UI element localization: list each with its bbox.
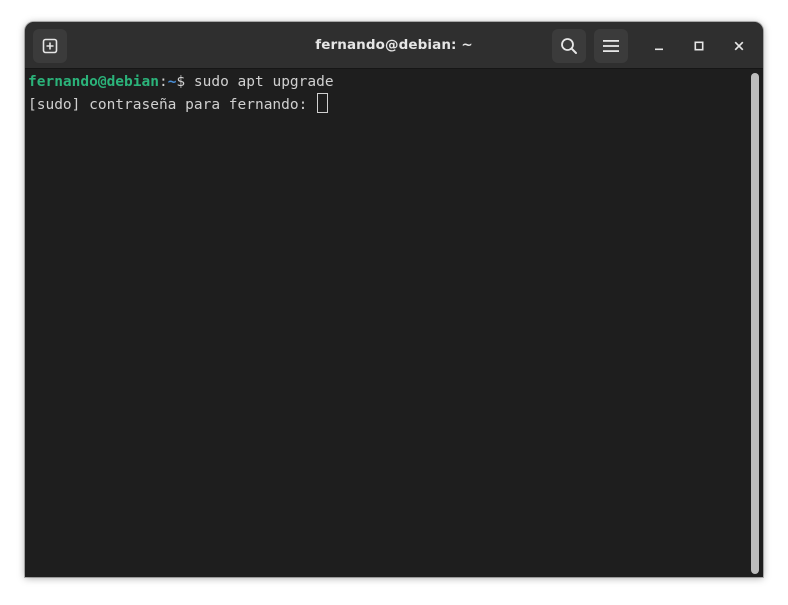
text-cursor — [317, 93, 329, 113]
scrollbar-thumb[interactable] — [751, 73, 759, 574]
main-menu-button[interactable] — [594, 29, 628, 63]
command-line: fernando@debian:~$ sudo apt upgrade — [28, 72, 747, 93]
prompt-colon: : — [158, 74, 168, 90]
command-text: sudo apt upgrade — [193, 74, 334, 90]
scrollbar[interactable] — [747, 70, 763, 577]
search-button[interactable] — [552, 29, 586, 63]
headerbar: fernando@debian: ~ — [25, 22, 763, 69]
terminal-window: fernando@debian: ~ fernando@debian:~$ su… — [25, 22, 763, 577]
window-title: fernando@debian: ~ — [315, 37, 473, 53]
password-prompt-line: [sudo] contraseña para fernando: — [28, 93, 747, 114]
minimize-icon — [654, 41, 664, 51]
password-prompt: [sudo] contraseña para fernando: — [28, 97, 317, 113]
terminal-output[interactable]: fernando@debian:~$ sudo apt upgrade [sud… — [25, 69, 747, 577]
search-icon — [560, 37, 578, 55]
prompt-symbol: $ — [176, 74, 194, 90]
close-button[interactable] — [727, 34, 751, 58]
maximize-button[interactable] — [687, 34, 711, 58]
close-icon — [734, 41, 744, 51]
new-tab-icon — [42, 38, 58, 54]
maximize-icon — [694, 41, 704, 51]
hamburger-menu-icon — [603, 39, 619, 53]
new-tab-button[interactable] — [33, 29, 67, 63]
prompt-user-host: fernando@debian — [28, 74, 159, 90]
minimize-button[interactable] — [647, 34, 671, 58]
